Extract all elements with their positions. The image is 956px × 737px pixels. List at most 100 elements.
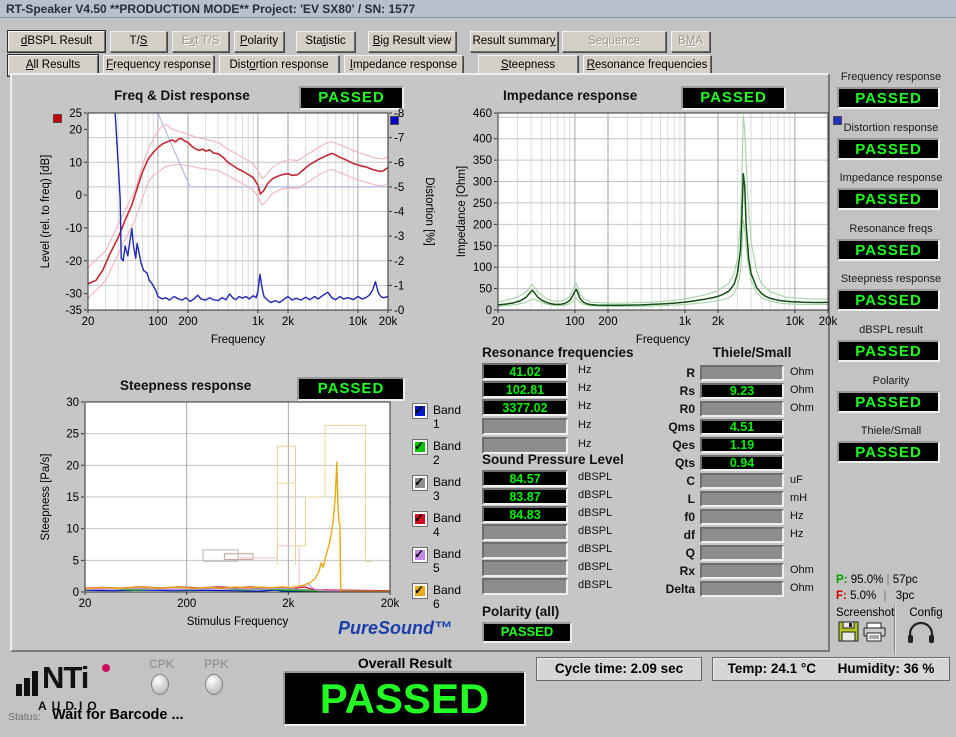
config-headphones-icon[interactable]	[906, 620, 936, 646]
ppk-label: PPK	[204, 657, 229, 671]
overall-result-badge: PASSED	[283, 671, 526, 726]
temp-value: Temp: 24.1 °C	[728, 661, 816, 676]
svg-text:20: 20	[66, 460, 79, 472]
thiele-label-df: df	[640, 528, 695, 542]
legend-band-3[interactable]: ✓ Band 3	[412, 475, 428, 491]
thiele-value-R0	[700, 401, 784, 417]
svg-text:10k: 10k	[349, 316, 368, 328]
cycle-time-box: Cycle time: 2.09 sec	[536, 657, 702, 681]
tab-statistic[interactable]: Statistic	[296, 31, 355, 52]
svg-text:30: 30	[66, 397, 79, 409]
tab-ext-ts: Ext T/S	[172, 31, 229, 52]
thiele-label-R0: R0	[640, 402, 695, 416]
sidebar-result-badge-1: PASSED	[837, 138, 940, 160]
band1-checkbox[interactable]: ✓	[412, 403, 428, 419]
band2-checkbox[interactable]: ✓	[412, 439, 428, 455]
legend-band-2[interactable]: ✓ Band 2	[412, 439, 428, 455]
humidity-value: Humidity: 36 %	[838, 661, 935, 676]
thiele-label-Rx: Rx	[640, 564, 695, 578]
svg-text:-2: -2	[394, 256, 404, 268]
svg-text:5: 5	[73, 555, 79, 567]
nti-logo: NTi	[16, 662, 126, 702]
svg-text:400: 400	[473, 134, 492, 146]
svg-text:2k: 2k	[282, 316, 294, 328]
freq-dist-chart-title: Freq & Dist response	[114, 88, 250, 103]
tab-polarity[interactable]: Polarity	[234, 31, 284, 52]
legend-band-1[interactable]: ✓ Band 1	[412, 403, 428, 419]
thiele-label-C: C	[640, 474, 695, 488]
svg-text:300: 300	[473, 177, 492, 189]
status-value: Wait for Barcode ...	[52, 707, 184, 723]
check-icon: ✓	[414, 583, 424, 597]
svg-text:150: 150	[473, 241, 492, 253]
thiele-label-L: L	[640, 492, 695, 506]
tab-big-result-view[interactable]: Big Result view	[368, 31, 456, 52]
legend-band-6[interactable]: ✓ Band 6	[412, 583, 428, 599]
band6-checkbox[interactable]: ✓	[412, 583, 428, 599]
svg-text:-10: -10	[65, 223, 82, 235]
thiele-label-Q: Q	[640, 546, 695, 560]
svg-text:200: 200	[473, 219, 492, 231]
sidebar-result-badge-6: PASSED	[837, 391, 940, 413]
svg-text:Frequency: Frequency	[211, 334, 266, 346]
svg-text:100: 100	[473, 262, 492, 274]
window-titlebar: RT-Speaker V4.50 **PRODUCTION MODE** Pro…	[0, 0, 956, 18]
resonance-section-title: Resonance frequencies	[482, 345, 634, 360]
save-screenshot-icon[interactable]	[838, 621, 860, 643]
svg-text:1k: 1k	[252, 316, 264, 328]
svg-text:-4: -4	[394, 207, 405, 219]
sidebar-result-badge-5: PASSED	[837, 340, 940, 362]
thiele-value-df	[700, 527, 784, 543]
svg-text:-35: -35	[65, 305, 82, 317]
sidebar-result-label-0: Frequency response	[830, 71, 952, 83]
svg-text:Stimulus Frequency: Stimulus Frequency	[187, 616, 289, 628]
impedance-chart: 201002001k2k10k20k0501001502002503003504…	[452, 105, 842, 355]
thiele-value-C	[700, 473, 784, 489]
svg-text:100: 100	[148, 316, 167, 328]
thiele-value-Rx	[700, 563, 784, 579]
legend-band-5[interactable]: ✓ Band 5	[412, 547, 428, 563]
tab-ts[interactable]: T/S	[110, 31, 167, 52]
svg-text:10k: 10k	[786, 316, 805, 328]
svg-text:200: 200	[177, 598, 196, 610]
band3-checkbox[interactable]: ✓	[412, 475, 428, 491]
svg-text:-5: -5	[394, 182, 404, 194]
spl-section-title: Sound Pressure Level	[482, 452, 624, 467]
svg-text:25: 25	[69, 108, 82, 120]
sidebar-result-label-2: Impedance response	[830, 172, 952, 184]
svg-text:20: 20	[492, 316, 505, 328]
sidebar-result-badge-0: PASSED	[837, 87, 940, 109]
sidebar-result-label-4: Steepness response	[830, 273, 952, 285]
sidebar-result-label-6: Polarity	[830, 375, 952, 387]
svg-text:10: 10	[69, 157, 82, 169]
svg-text:0: 0	[73, 587, 79, 599]
thiele-label-Rs: Rs	[640, 384, 695, 398]
thiele-value-Qts: 0.94	[700, 455, 784, 471]
resonance-value-3: 3377.02	[482, 399, 568, 416]
spl-value-6	[482, 560, 568, 577]
sidebar-result-label-7: Thiele/Small	[830, 425, 952, 437]
fail-statistics: F: 5.0% | 3pc	[836, 590, 914, 602]
band4-checkbox[interactable]: ✓	[412, 511, 428, 527]
svg-text:350: 350	[473, 155, 492, 167]
thiele-value-L	[700, 491, 784, 507]
polarity-all-status-badge: PASSED	[482, 622, 572, 643]
tab-result-summary[interactable]: Result summary	[470, 31, 558, 52]
svg-text:-7: -7	[394, 133, 404, 145]
print-icon[interactable]	[862, 621, 888, 643]
svg-text:-30: -30	[65, 289, 82, 301]
thiele-label-Qms: Qms	[640, 420, 695, 434]
svg-text:0: 0	[486, 305, 492, 317]
band5-checkbox[interactable]: ✓	[412, 547, 428, 563]
tab-dbspl-result[interactable]: dBSPL Result	[8, 31, 105, 52]
svg-text:0: 0	[76, 190, 82, 202]
thiele-value-Delta	[700, 581, 784, 597]
tab-sequence-summary: Sequence summary	[562, 31, 666, 52]
thiele-value-Qes: 1.19	[700, 437, 784, 453]
config-label: Config	[898, 607, 954, 619]
svg-text:Frequency: Frequency	[636, 334, 691, 346]
legend-band-4[interactable]: ✓ Band 4	[412, 511, 428, 527]
logo-dot-icon	[102, 664, 110, 672]
sidebar-result-badge-2: PASSED	[837, 188, 940, 210]
svg-text:1k: 1k	[679, 316, 691, 328]
